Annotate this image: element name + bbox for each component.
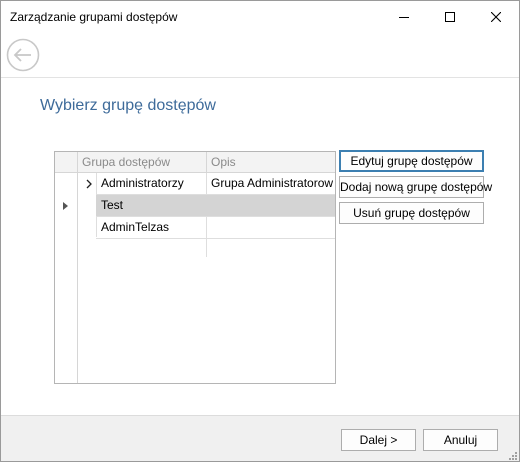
edit-group-button[interactable]: Edytuj grupę dostępów (339, 150, 484, 172)
close-icon (491, 12, 501, 22)
table-row-selected[interactable]: Test (55, 195, 335, 216)
delete-group-button[interactable]: Usuń grupę dostępów (339, 202, 484, 224)
back-arrow-icon (6, 38, 40, 72)
back-button[interactable] (6, 38, 40, 72)
current-row-indicator-icon (61, 195, 71, 216)
group-description-cell (206, 217, 335, 238)
column-header-description[interactable]: Opis (207, 152, 335, 172)
group-name-cell: Administratorzy (101, 176, 184, 190)
resize-grip-icon[interactable] (508, 451, 518, 461)
grid-body: Administratorzy Grupa Administratorow Te… (55, 173, 335, 257)
dialog-window: Zarządzanie grupami dostępów Wybierz gru… (0, 0, 520, 462)
column-header-group[interactable]: Grupa dostępów (78, 152, 206, 172)
add-group-button[interactable]: Dodaj nową grupę dostępów (339, 176, 492, 198)
group-name-cell: AdminTelzas (101, 220, 170, 234)
title-bar: Zarządzanie grupami dostępów (1, 1, 519, 33)
divider (1, 77, 519, 78)
cancel-button[interactable]: Anuluj (423, 429, 498, 451)
page-title: Wybierz grupę dostępów (40, 97, 216, 114)
table-row[interactable]: AdminTelzas (55, 217, 335, 238)
group-description-cell: Grupa Administratorow (211, 176, 334, 190)
table-row[interactable]: Administratorzy Grupa Administratorow (55, 173, 335, 194)
group-name-cell: Test (101, 198, 124, 212)
next-button[interactable]: Dalej > (341, 429, 416, 451)
maximize-icon (445, 12, 455, 22)
maximize-button[interactable] (427, 1, 473, 33)
access-groups-grid[interactable]: Grupa dostępów Opis Administratorzy Grup… (54, 151, 336, 384)
close-button[interactable] (473, 1, 519, 33)
expand-icon[interactable] (83, 173, 95, 194)
minimize-icon (399, 17, 409, 18)
group-description-cell (206, 195, 335, 216)
navigation-bar (1, 33, 519, 77)
window-title: Zarządzanie grupami dostępów (10, 10, 178, 24)
minimize-button[interactable] (381, 1, 427, 33)
row-divider (96, 238, 335, 239)
grid-header: Grupa dostępów Opis (55, 152, 335, 173)
footer-bar: Dalej > Anuluj (1, 415, 519, 461)
